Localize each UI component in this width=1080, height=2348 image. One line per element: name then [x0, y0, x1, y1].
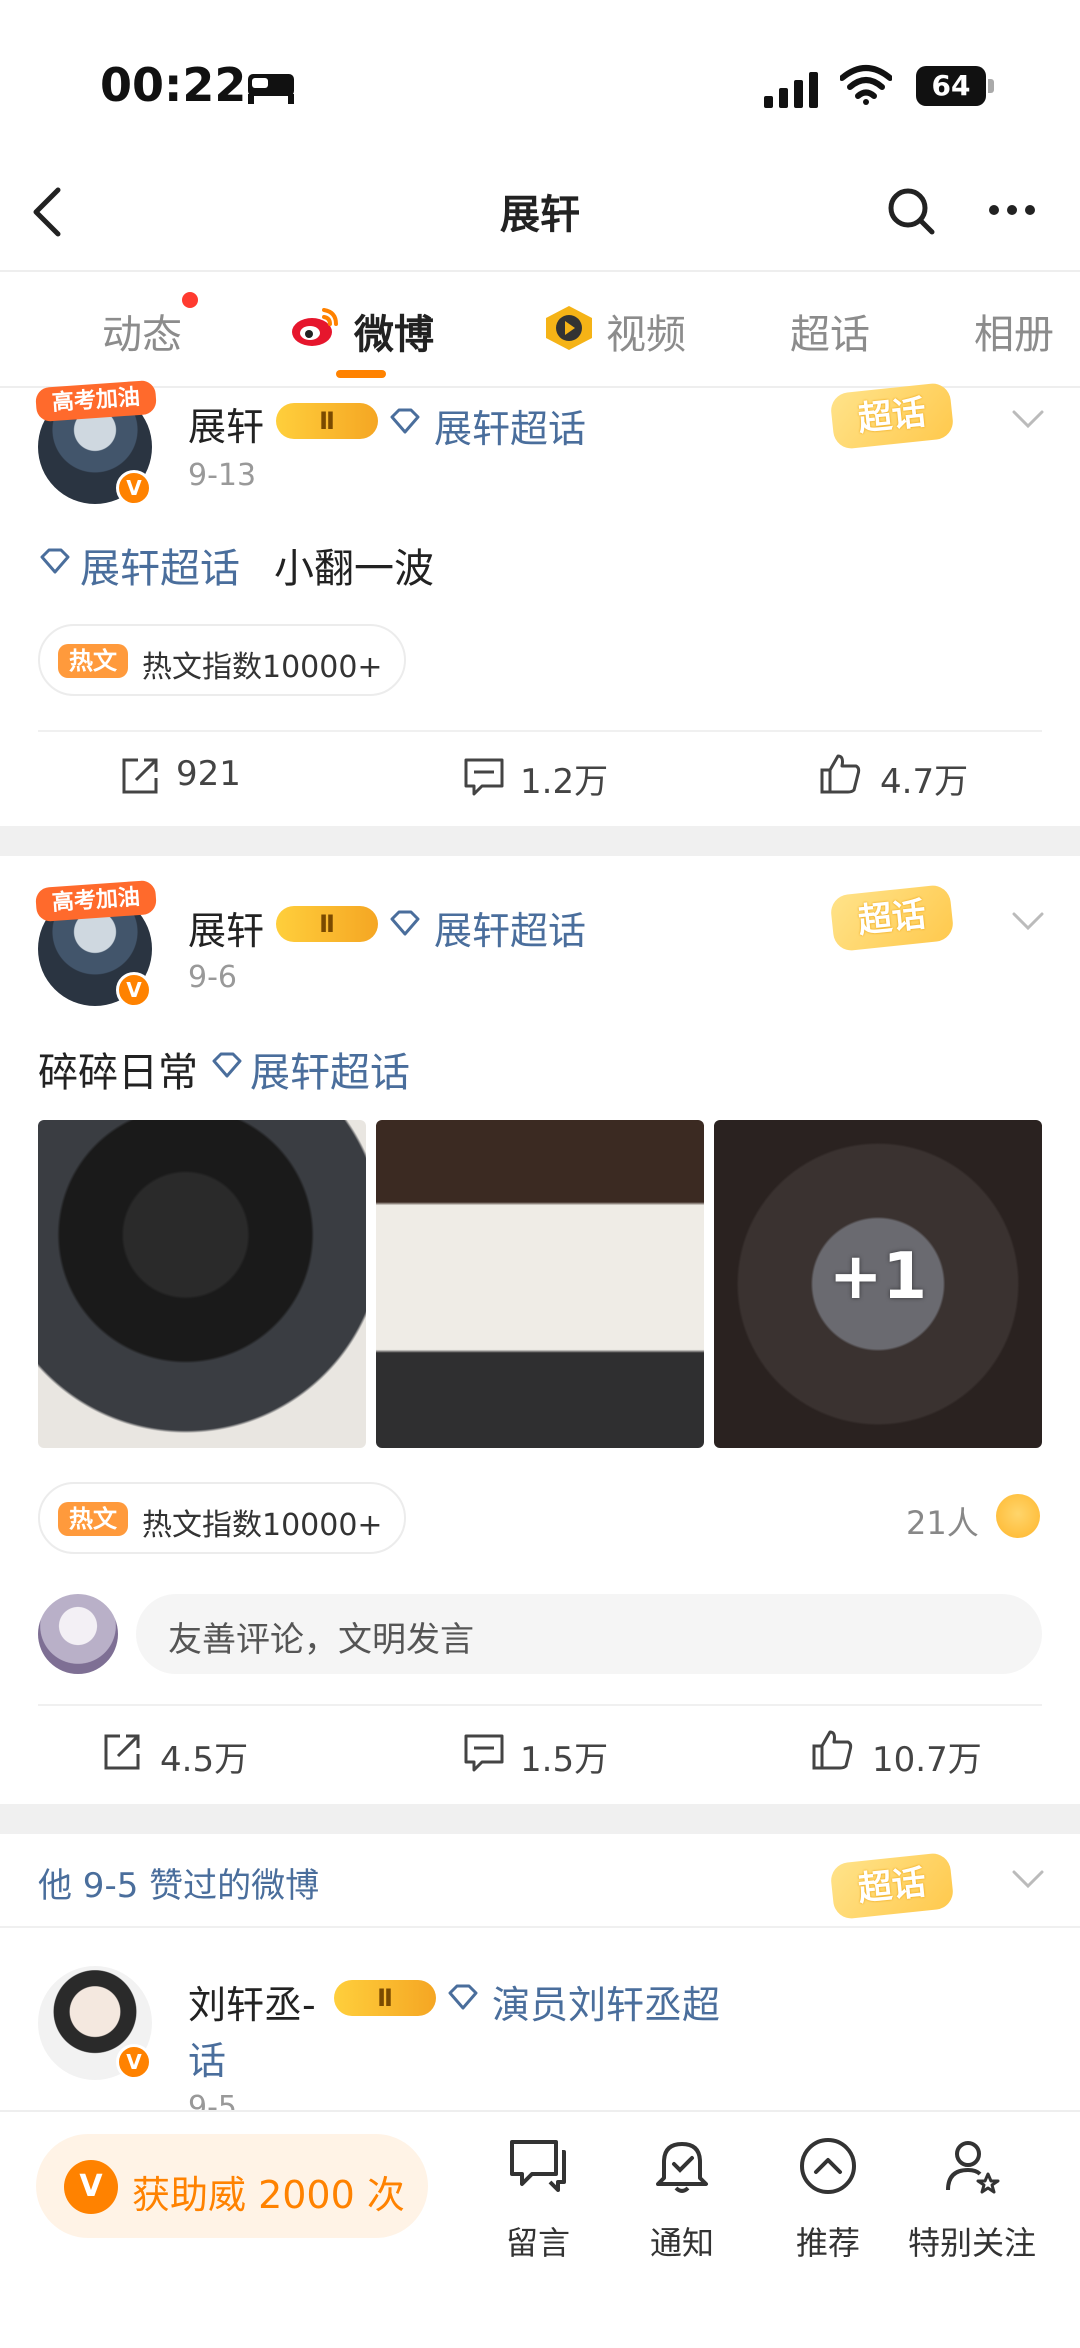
special-follow-icon — [946, 2141, 1000, 2194]
comment-input[interactable]: 友善评论，文明发言 — [136, 1594, 1042, 1674]
repost-count[interactable]: 4.5万 — [160, 1732, 248, 1781]
liked-divider — [0, 1926, 1080, 1928]
message-icon — [510, 2140, 566, 2192]
post-photo[interactable]: +1 — [714, 1120, 1042, 1448]
nav-divider — [0, 270, 1080, 272]
battery-indicator: 64 — [916, 66, 994, 106]
supertopic-link[interactable]: 展轩超话 — [434, 398, 586, 453]
comment-icon[interactable] — [462, 754, 506, 798]
post-photo[interactable] — [376, 1120, 704, 1448]
weibo-logo-icon — [292, 308, 338, 346]
like-icon[interactable] — [818, 752, 862, 796]
more-icon[interactable] — [986, 198, 1038, 222]
tab-supertopic[interactable]: 超话 — [790, 302, 870, 360]
repost-icon[interactable] — [100, 1730, 144, 1774]
recommend-button[interactable]: 推荐 — [758, 2134, 898, 2264]
post-photo[interactable] — [38, 1120, 366, 1448]
member-level-badge: Ⅱ — [276, 403, 378, 439]
special-follow-label: 特别关注 — [907, 2224, 1036, 2262]
supertopic-link-continued[interactable]: 话 — [188, 2030, 226, 2085]
tab-notification-dot — [182, 292, 198, 308]
supertopic-diamond-icon — [448, 1984, 478, 2010]
active-tab-indicator — [336, 370, 386, 378]
cellular-signal-icon — [764, 72, 818, 108]
search-icon[interactable] — [884, 184, 938, 238]
notify-button[interactable]: 通知 — [612, 2134, 752, 2264]
repost-count[interactable]: 921 — [176, 754, 241, 794]
tab-album[interactable]: 相册 — [974, 302, 1054, 360]
status-time: 00:22 — [100, 58, 247, 112]
supertopic-link[interactable]: 演员刘轩丞超 — [492, 1974, 720, 2029]
post-topic-link[interactable]: 展轩超话 — [250, 1040, 410, 1098]
video-tab-icon — [546, 306, 592, 350]
chevron-down-icon[interactable] — [1008, 1864, 1048, 1894]
repost-icon[interactable] — [118, 754, 162, 798]
post-author[interactable]: 刘轩丞- — [188, 1974, 316, 2029]
verified-badge-icon: V — [116, 470, 152, 506]
actions-divider — [38, 730, 1042, 732]
sleep-focus-icon — [248, 74, 294, 104]
message-label: 留言 — [505, 2224, 570, 2262]
battery-level: 64 — [931, 69, 971, 102]
notify-label: 通知 — [649, 2224, 714, 2262]
supertopic-diamond-icon — [40, 548, 70, 574]
recommend-label: 推荐 — [795, 2224, 860, 2262]
post-separator — [0, 1804, 1080, 1834]
message-button[interactable]: 留言 — [468, 2134, 608, 2264]
boost-button[interactable]: V 获助威 2000 次 — [36, 2134, 428, 2238]
member-level-badge: Ⅱ — [334, 1980, 436, 2016]
tab-dongtai[interactable]: 动态 — [102, 302, 182, 360]
comment-placeholder: 友善评论，文明发言 — [168, 1620, 474, 1660]
reaction-count[interactable]: 21人 — [906, 1498, 979, 1544]
post-text: 碎碎日常 — [38, 1050, 198, 1096]
tab-weibo[interactable]: 微博 — [354, 302, 434, 360]
wifi-icon — [840, 65, 892, 105]
post-separator — [0, 826, 1080, 856]
post-author[interactable]: 展轩 — [188, 900, 264, 955]
supertopic-diamond-icon — [390, 408, 420, 434]
liked-section-header: 他 9-5 赞过的微博 — [38, 1866, 320, 1906]
bottom-action-bar: V 获助威 2000 次 留言 通知 推荐 特别关注 — [0, 2110, 1080, 2348]
supertopic-diamond-icon — [212, 1052, 242, 1078]
post-date: 9-13 — [188, 458, 257, 493]
post-text: 小翻一波 — [274, 546, 434, 592]
tab-video[interactable]: 视频 — [606, 302, 686, 360]
bell-icon — [656, 2142, 708, 2193]
supertopic-link[interactable]: 展轩超话 — [434, 900, 586, 955]
supertopic-diamond-icon — [390, 910, 420, 936]
like-icon[interactable] — [810, 1728, 854, 1772]
up-circle-icon — [800, 2138, 856, 2194]
my-avatar — [38, 1594, 118, 1674]
special-follow-button[interactable]: 特别关注 — [902, 2134, 1042, 2264]
chevron-down-icon[interactable] — [1008, 404, 1048, 434]
hot-index-text: 热文指数10000+ — [142, 650, 383, 685]
chevron-down-icon[interactable] — [1008, 906, 1048, 936]
supertopic-stamp: 超话 — [829, 1851, 955, 1921]
verified-badge-icon: V — [116, 2044, 152, 2080]
supertopic-stamp: 超话 — [829, 381, 955, 451]
reaction-emoji-icon[interactable] — [996, 1494, 1040, 1538]
member-level-badge: Ⅱ — [276, 906, 378, 942]
hot-tag: 热文 — [58, 1502, 128, 1536]
post-date: 9-6 — [188, 960, 237, 995]
status-bar: 00:22 64 — [0, 0, 1080, 160]
comment-count[interactable]: 1.5万 — [520, 1732, 608, 1781]
extra-photos-count: +1 — [828, 1240, 928, 1314]
supertopic-stamp: 超话 — [829, 883, 955, 953]
actions-divider — [38, 1704, 1042, 1706]
like-count[interactable]: 4.7万 — [880, 754, 968, 803]
verified-badge-icon: V — [116, 972, 152, 1008]
hot-index-pill[interactable]: 热文 热文指数10000+ — [38, 624, 406, 696]
hot-tag: 热文 — [58, 644, 128, 678]
like-count[interactable]: 10.7万 — [872, 1732, 982, 1781]
battery-cap — [988, 79, 994, 93]
post-author[interactable]: 展轩 — [188, 396, 264, 451]
comment-icon[interactable] — [462, 1730, 506, 1774]
hot-index-pill[interactable]: 热文 热文指数10000+ — [38, 1482, 406, 1554]
boost-v-icon: V — [64, 2160, 118, 2214]
post-topic-link[interactable]: 展轩超话 — [80, 536, 240, 594]
hot-index-text: 热文指数10000+ — [142, 1508, 383, 1543]
comment-count[interactable]: 1.2万 — [520, 754, 608, 803]
boost-label: 获助威 2000 次 — [132, 2173, 405, 2217]
